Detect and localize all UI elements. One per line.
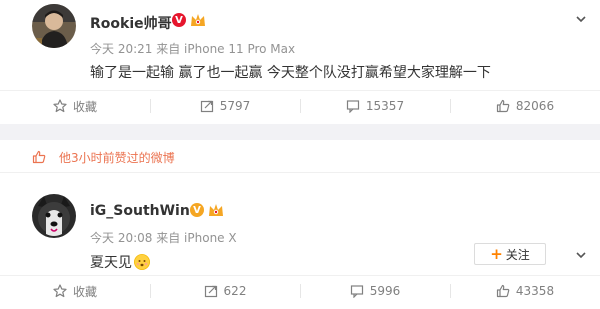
verified-badge-icon: V xyxy=(190,203,204,217)
follow-label: 关注 xyxy=(505,247,530,262)
like-count: 43358 xyxy=(515,284,555,298)
liked-notice-text: 他3小时前赞过的微博 xyxy=(59,151,175,165)
like-icon xyxy=(32,149,46,168)
comment-count: 5996 xyxy=(369,284,401,298)
vip-crown-icon xyxy=(207,202,225,218)
like-button[interactable]: 82066 xyxy=(450,91,600,121)
post-source: 来自 iPhone 11 Pro Max xyxy=(156,42,296,56)
post-1: Rookie帅哥 V 今天 20:21 来自 iPhone 11 Pro Max… xyxy=(0,0,600,82)
avatar[interactable] xyxy=(32,194,76,238)
comment-count: 15357 xyxy=(365,99,405,113)
avatar[interactable] xyxy=(32,4,76,48)
favorite-label: 收藏 xyxy=(72,99,97,114)
liked-notice: 他3小时前赞过的微博 xyxy=(0,140,600,173)
favorite-button[interactable]: 收藏 xyxy=(0,276,150,306)
star-icon xyxy=(53,99,67,113)
like-icon xyxy=(496,99,510,113)
star-icon xyxy=(53,284,67,298)
post-text: 输了是一起输 赢了也一起赢 今天整个队没打赢希望大家理解一下 xyxy=(90,65,491,81)
like-button[interactable]: 43358 xyxy=(450,276,600,306)
emoji-icon xyxy=(134,254,150,270)
post-actions: 收藏 5797 15357 82066 xyxy=(0,90,600,121)
follow-button[interactable]: + 关注 xyxy=(474,243,546,265)
repost-count: 5797 xyxy=(219,99,251,113)
feed-card-2: 他3小时前赞过的微博 iG_SouthWind V 今天 20:08 来自 iP… xyxy=(0,140,600,309)
post-meta: 今天 20:08 来自 iPhone X xyxy=(90,229,237,246)
comment-button[interactable]: 15357 xyxy=(300,91,450,121)
favorite-button[interactable]: 收藏 xyxy=(0,91,150,121)
like-icon xyxy=(496,284,510,298)
post-time[interactable]: 今天 20:21 xyxy=(90,42,152,56)
plus-icon: + xyxy=(490,244,503,263)
repost-count: 622 xyxy=(223,284,247,298)
chevron-down-icon[interactable] xyxy=(576,245,586,259)
comment-button[interactable]: 5996 xyxy=(300,276,450,306)
post-text-content: 夏天见 xyxy=(90,255,132,271)
post-actions: 收藏 622 5996 43358 xyxy=(0,275,600,306)
comment-icon xyxy=(346,100,360,113)
vip-crown-icon xyxy=(189,12,207,28)
post-time[interactable]: 今天 20:08 xyxy=(90,231,152,245)
favorite-label: 收藏 xyxy=(72,284,97,299)
post-text: 夏天见 xyxy=(90,252,150,272)
author-name[interactable]: iG_SouthWind xyxy=(90,203,200,219)
post-2: iG_SouthWind V 今天 20:08 来自 iPhone X 夏天见 xyxy=(0,190,600,272)
verified-badge-icon: V xyxy=(172,13,186,27)
repost-button[interactable]: 622 xyxy=(150,276,300,306)
author-badges: V xyxy=(172,12,207,28)
like-count: 82066 xyxy=(515,99,555,113)
author-name[interactable]: Rookie帅哥 xyxy=(90,13,172,33)
post-source: 来自 iPhone X xyxy=(156,231,237,245)
post-meta: 今天 20:21 来自 iPhone 11 Pro Max xyxy=(90,40,295,57)
chevron-down-icon[interactable] xyxy=(576,9,586,23)
author-badges: V xyxy=(190,202,225,218)
repost-button[interactable]: 5797 xyxy=(150,91,300,121)
comment-icon xyxy=(350,285,363,298)
repost-icon xyxy=(200,100,213,113)
repost-icon xyxy=(204,285,217,298)
feed-card-1: Rookie帅哥 V 今天 20:21 来自 iPhone 11 Pro Max… xyxy=(0,0,600,124)
